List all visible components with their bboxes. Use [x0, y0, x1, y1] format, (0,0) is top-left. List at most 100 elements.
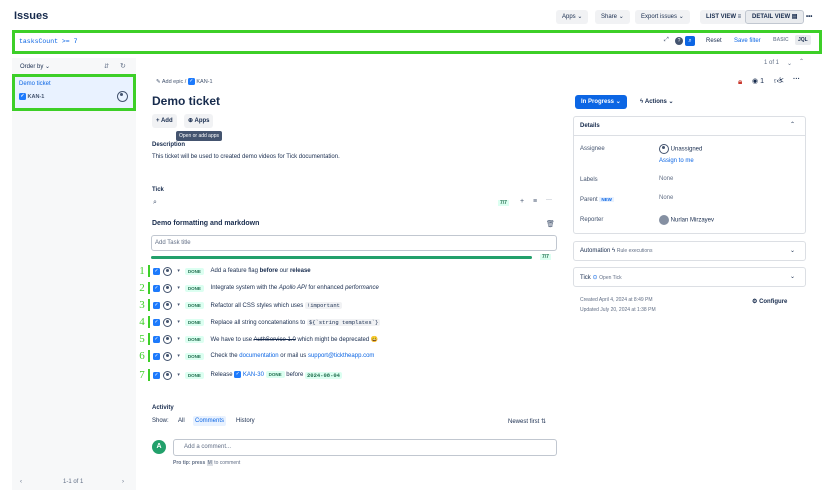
support-email-link[interactable]: support@ticktheapp.com: [308, 353, 374, 359]
task-status-badge[interactable]: DONE: [184, 352, 204, 360]
parent-value[interactable]: None: [659, 195, 673, 201]
reset-button[interactable]: Reset: [706, 38, 722, 44]
task-row-4[interactable]: 4 ✓ ▾ DONE Replace all string concatenat…: [136, 316, 556, 328]
task-status-badge[interactable]: DONE: [184, 371, 204, 379]
basic-toggle[interactable]: BASIC: [773, 37, 789, 43]
share-icon[interactable]: <: [779, 76, 784, 85]
chevron-down-icon[interactable]: ⌄: [787, 60, 792, 67]
chevron-up-icon[interactable]: ⌃: [790, 121, 795, 128]
chevron-down-icon[interactable]: ▾: [177, 285, 180, 291]
more-actions-button[interactable]: •••: [800, 10, 818, 24]
chevron-down-icon[interactable]: ⌄: [790, 247, 795, 254]
breadcrumb-key[interactable]: KAN-1: [196, 79, 212, 85]
task-status-badge[interactable]: DONE: [184, 284, 204, 292]
due-date-badge[interactable]: 2024-08-04: [304, 371, 342, 379]
search-icon[interactable]: ⌕: [153, 199, 157, 207]
add-checklist-icon[interactable]: +: [520, 198, 524, 205]
assignee-field[interactable]: Unassigned: [659, 144, 702, 154]
assignee-avatar-icon[interactable]: [163, 317, 173, 327]
task-status-badge[interactable]: DONE: [184, 301, 204, 309]
task-checkbox[interactable]: ✓: [153, 318, 160, 326]
chevron-down-icon[interactable]: ⌄: [790, 273, 795, 280]
assignee-avatar-icon[interactable]: [163, 300, 173, 310]
help-icon[interactable]: ?: [675, 37, 683, 45]
jql-toggle[interactable]: JQL: [795, 35, 811, 45]
issue-link[interactable]: KAN-30: [243, 373, 264, 379]
refresh-icon[interactable]: ↻: [120, 62, 126, 70]
task-checkbox[interactable]: ✓: [153, 267, 160, 275]
task-row-5[interactable]: 5 ✓ ▾ DONE We have to use AuthService 1.…: [136, 333, 556, 345]
task-checkbox[interactable]: ✓: [153, 371, 160, 379]
search-icon[interactable]: ⌕: [685, 36, 695, 46]
chevron-down-icon[interactable]: ▾: [177, 372, 180, 378]
add-epic-link[interactable]: Add epic: [162, 79, 183, 85]
detail-view-button[interactable]: DETAIL VIEW ▤: [745, 10, 805, 24]
task-text[interactable]: Replace all string concatenations to ${`…: [211, 318, 381, 326]
description-text[interactable]: This ticket will be used to created demo…: [152, 154, 340, 160]
jql-input[interactable]: tasksCount >= 7: [19, 38, 78, 45]
task-row-6[interactable]: 6 ✓ ▾ DONE Check the documentation or ma…: [136, 350, 556, 362]
task-text[interactable]: Check the documentation or mail us suppo…: [211, 353, 375, 359]
assignee-avatar-icon[interactable]: [163, 334, 173, 344]
open-tick-link[interactable]: Open Tick: [599, 275, 622, 281]
filter-icon[interactable]: ≡: [533, 198, 537, 205]
add-task-input[interactable]: Add Task title: [151, 235, 557, 251]
task-text[interactable]: Release ✓ KAN-30 DONE before 2024-08-04: [211, 371, 342, 379]
status-button[interactable]: In Progress ⌄: [575, 95, 627, 109]
expand-icon[interactable]: ⤢: [664, 37, 669, 44]
task-row-7[interactable]: 7 ✓ ▾ DONE Release ✓ KAN-30 DONE before …: [136, 369, 556, 381]
sort-order-button[interactable]: Newest first ⇅: [508, 418, 546, 425]
task-text[interactable]: Refactor all CSS styles which uses !impo…: [211, 301, 342, 309]
watch-button[interactable]: ◉ 1: [752, 77, 764, 85]
next-page-icon[interactable]: ›: [122, 479, 124, 485]
details-header[interactable]: [573, 116, 806, 136]
chevron-up-icon[interactable]: ⌃: [799, 58, 804, 65]
more-icon[interactable]: ···: [546, 197, 552, 203]
delete-icon[interactable]: 🗑: [546, 220, 555, 228]
task-text[interactable]: Integrate system with the Apollo API for…: [211, 285, 379, 291]
chevron-down-icon[interactable]: ▾: [177, 353, 180, 359]
task-row-1[interactable]: 1 ✓ ▾ DONE Add a feature flag before our…: [136, 265, 556, 277]
checklist-title[interactable]: Demo formatting and markdown: [152, 220, 259, 227]
more-icon[interactable]: ···: [793, 76, 800, 83]
issue-title[interactable]: Demo ticket: [152, 94, 220, 108]
tab-history[interactable]: History: [236, 418, 255, 424]
assignee-avatar-icon[interactable]: [163, 283, 173, 293]
share-button[interactable]: Share ⌄: [595, 10, 630, 24]
task-row-3[interactable]: 3 ✓ ▾ DONE Refactor all CSS styles which…: [136, 299, 556, 311]
task-text[interactable]: Add a feature flag before our release: [211, 268, 311, 274]
task-checkbox[interactable]: ✓: [153, 301, 160, 309]
task-status-badge[interactable]: DONE: [184, 318, 204, 326]
documentation-link[interactable]: documentation: [239, 353, 278, 359]
chevron-down-icon[interactable]: ▾: [177, 302, 180, 308]
chevron-down-icon[interactable]: ▾: [177, 268, 180, 274]
tab-all[interactable]: All: [178, 418, 185, 424]
jql-search-box[interactable]: [12, 30, 822, 54]
chevron-down-icon[interactable]: ▾: [177, 319, 180, 325]
add-button[interactable]: + Add: [152, 114, 177, 128]
task-status-badge[interactable]: DONE: [184, 267, 204, 275]
assignee-avatar-icon[interactable]: [163, 351, 173, 361]
task-status-badge[interactable]: DONE: [184, 335, 204, 343]
chevron-down-icon[interactable]: ▾: [177, 336, 180, 342]
task-row-2[interactable]: 2 ✓ ▾ DONE Integrate system with the Apo…: [136, 282, 556, 294]
tab-comments[interactable]: Comments: [193, 416, 227, 426]
assign-to-me-link[interactable]: Assign to me: [659, 158, 694, 164]
list-view-button[interactable]: LIST VIEW ≡: [700, 10, 748, 24]
apps-button[interactable]: ⊕ Apps: [184, 114, 214, 128]
sort-icon[interactable]: ⇵: [104, 63, 109, 70]
prev-page-icon[interactable]: ‹: [20, 479, 22, 485]
assignee-avatar-icon[interactable]: [163, 370, 173, 380]
lock-icon[interactable]: 🔒︎: [738, 77, 742, 87]
order-by-button[interactable]: Order by ⌄: [20, 63, 50, 70]
task-checkbox[interactable]: ✓: [153, 352, 160, 360]
comment-input[interactable]: Add a comment...: [173, 439, 557, 456]
actions-button[interactable]: ϟ Actions ⌄: [640, 98, 674, 105]
labels-value[interactable]: None: [659, 176, 673, 182]
assignee-avatar-icon[interactable]: [163, 266, 173, 276]
task-checkbox[interactable]: ✓: [153, 335, 160, 343]
task-checkbox[interactable]: ✓: [153, 284, 160, 292]
configure-button[interactable]: ⚙ Configure: [752, 298, 787, 305]
task-text[interactable]: We have to use AuthService 1.0 which mig…: [211, 336, 379, 343]
save-filter-button[interactable]: Save filter: [734, 38, 761, 44]
